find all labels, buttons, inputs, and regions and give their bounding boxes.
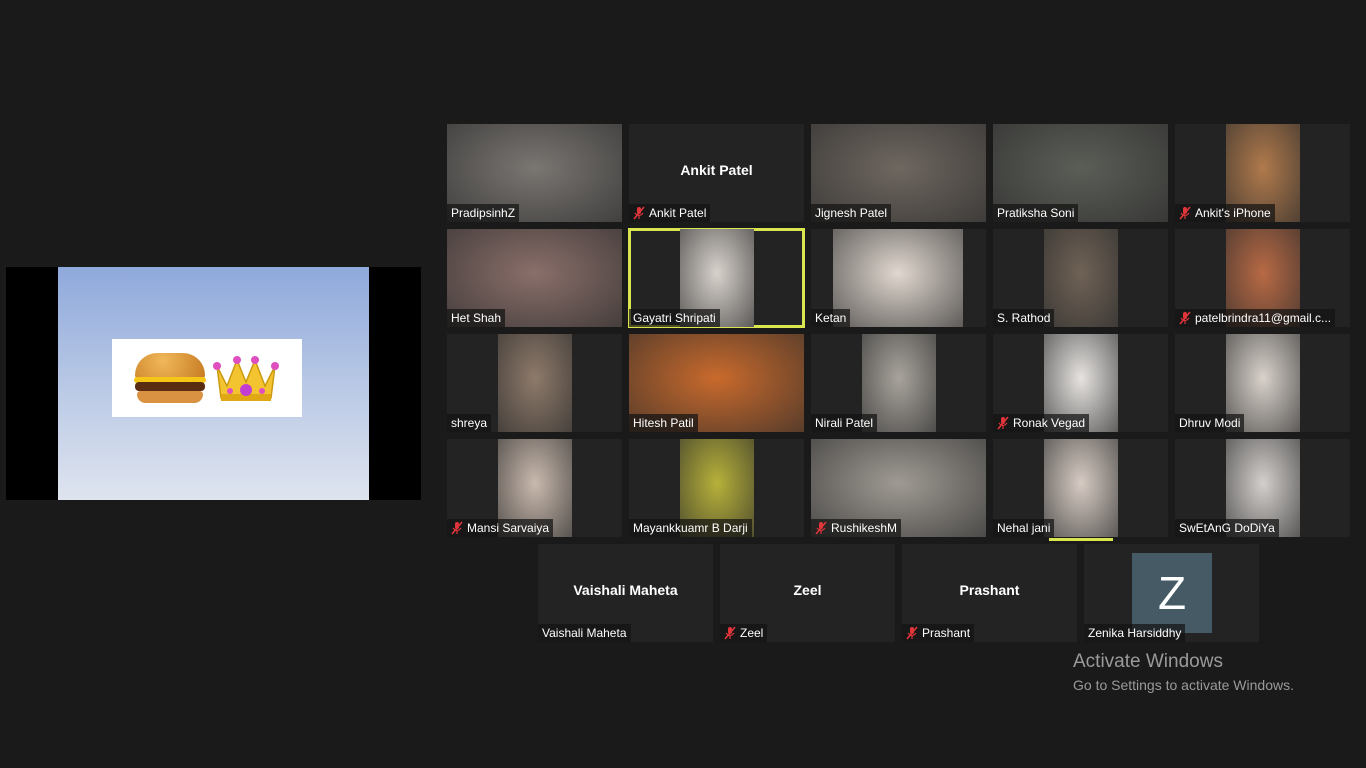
participant-tile[interactable]: Ketan [811, 229, 986, 327]
participant-display-name: Vaishali Maheta [573, 582, 678, 598]
muted-mic-icon [451, 521, 463, 535]
participant-name: Jignesh Patel [815, 206, 888, 220]
participant-name-label: shreya [447, 414, 492, 432]
muted-mic-icon [633, 206, 645, 220]
participant-name: Ankit Patel [649, 206, 707, 220]
participant-tile[interactable]: Jignesh Patel [811, 124, 986, 222]
participant-tile[interactable]: Nirali Patel [811, 334, 986, 432]
participant-tile[interactable]: Dhruv Modi [1175, 334, 1350, 432]
participant-name-label: Nirali Patel [811, 414, 878, 432]
shared-slide [58, 267, 369, 500]
participant-name-label: Mansi Sarvaiya [447, 519, 554, 537]
participant-name-label: Prashant [902, 624, 975, 642]
participant-tile[interactable]: Z Zenika Harsiddhy [1084, 544, 1259, 642]
muted-mic-icon [815, 521, 827, 535]
participant-name: shreya [451, 416, 488, 430]
participant-name: Dhruv Modi [1179, 416, 1241, 430]
participant-name-label: Vaishali Maheta [538, 624, 631, 642]
participant-name: Hitesh Patil [633, 416, 694, 430]
participant-tile[interactable]: Ankit Patel Ankit Patel [629, 124, 804, 222]
shared-screen[interactable] [6, 267, 421, 500]
participant-name: Pratiksha Soni [997, 206, 1075, 220]
participant-name-label: Ketan [811, 309, 851, 327]
participant-tile[interactable]: Ronak Vegad [993, 334, 1168, 432]
emoji-card [112, 339, 302, 417]
participant-name: Ronak Vegad [1013, 416, 1086, 430]
participant-name: S. Rathod [997, 311, 1051, 325]
participant-name: Mayankkuamr B Darji [633, 521, 748, 535]
participant-tile[interactable]: Vaishali Maheta Vaishali Maheta [538, 544, 713, 642]
participant-name-label: Mayankkuamr B Darji [629, 519, 752, 537]
participant-tile[interactable]: Het Shah [447, 229, 622, 327]
crown-emoji-icon [213, 356, 279, 401]
participant-tile[interactable]: Hitesh Patil [629, 334, 804, 432]
participant-tile[interactable]: Gayatri Shripati [628, 228, 805, 328]
participant-name-label: Ronak Vegad [993, 414, 1090, 432]
participant-video [1044, 439, 1118, 537]
participant-tile[interactable]: Ankit's iPhone [1175, 124, 1350, 222]
participant-tile[interactable]: PradipsinhZ [447, 124, 622, 222]
participant-video [833, 229, 963, 327]
participant-name-label: S. Rathod [993, 309, 1055, 327]
participant-tile[interactable]: Nehal jani [993, 439, 1168, 537]
participant-name-label: SwEtAnG DoDiYa [1175, 519, 1279, 537]
participant-name: RushikeshM [831, 521, 898, 535]
participant-name-label: Zeel [720, 624, 768, 642]
participant-name: Zenika Harsiddhy [1088, 626, 1182, 640]
participant-name: Mansi Sarvaiya [467, 521, 550, 535]
participant-name-label: Jignesh Patel [811, 204, 892, 222]
participant-display-name: Zeel [793, 582, 822, 598]
participant-name-label: Dhruv Modi [1175, 414, 1245, 432]
muted-mic-icon [906, 626, 918, 640]
avatar: Z [1132, 553, 1212, 633]
speaking-indicator [1049, 538, 1113, 541]
participant-tile[interactable]: Pratiksha Soni [993, 124, 1168, 222]
participant-name-label: Gayatri Shripati [629, 309, 720, 327]
participant-tile[interactable]: S. Rathod [993, 229, 1168, 327]
participant-tile[interactable]: Zeel Zeel [720, 544, 895, 642]
participant-tile[interactable]: SwEtAnG DoDiYa [1175, 439, 1350, 537]
participant-name-label: Hitesh Patil [629, 414, 698, 432]
participant-name: patelbrindra11@gmail.c... [1195, 311, 1332, 325]
participant-name: Vaishali Maheta [542, 626, 627, 640]
participant-name: Gayatri Shripati [633, 311, 716, 325]
participant-name: Prashant [922, 626, 971, 640]
muted-mic-icon [1179, 311, 1191, 325]
participant-name-label: Zenika Harsiddhy [1084, 624, 1186, 642]
muted-mic-icon [997, 416, 1009, 430]
activate-windows-watermark: Activate Windows Go to Settings to activ… [1073, 651, 1294, 693]
participant-name: PradipsinhZ [451, 206, 516, 220]
participant-name-label: Ankit Patel [629, 204, 711, 222]
participant-name: Zeel [740, 626, 764, 640]
participant-name: Nirali Patel [815, 416, 874, 430]
participant-name-label: RushikeshM [811, 519, 902, 537]
participant-name-label: Het Shah [447, 309, 506, 327]
participant-tile[interactable]: Prashant Prashant [902, 544, 1077, 642]
participant-tile[interactable]: Mayankkuamr B Darji [629, 439, 804, 537]
participant-name-label: patelbrindra11@gmail.c... [1175, 309, 1336, 327]
watermark-title: Activate Windows [1073, 651, 1223, 672]
participant-name: Het Shah [451, 311, 502, 325]
participant-name-label: PradipsinhZ [447, 204, 520, 222]
participant-name-label: Pratiksha Soni [993, 204, 1079, 222]
participant-name: Ketan [815, 311, 847, 325]
muted-mic-icon [724, 626, 736, 640]
participant-name-label: Nehal jani [993, 519, 1055, 537]
hamburger-emoji-icon [134, 353, 206, 403]
participant-video [498, 334, 572, 432]
participant-tile[interactable]: RushikeshM [811, 439, 986, 537]
participant-tile[interactable]: shreya [447, 334, 622, 432]
participant-tile[interactable]: Mansi Sarvaiya [447, 439, 622, 537]
participant-name-label: Ankit's iPhone [1175, 204, 1275, 222]
watermark-subtitle: Go to Settings to activate Windows. [1073, 677, 1294, 693]
participant-name: Ankit's iPhone [1195, 206, 1271, 220]
participant-display-name: Ankit Patel [680, 162, 753, 178]
participant-name: SwEtAnG DoDiYa [1179, 521, 1275, 535]
participant-video [1044, 229, 1118, 327]
participant-name: Nehal jani [997, 521, 1051, 535]
participant-tile[interactable]: patelbrindra11@gmail.c... [1175, 229, 1350, 327]
participant-display-name: Prashant [959, 582, 1020, 598]
muted-mic-icon [1179, 206, 1191, 220]
